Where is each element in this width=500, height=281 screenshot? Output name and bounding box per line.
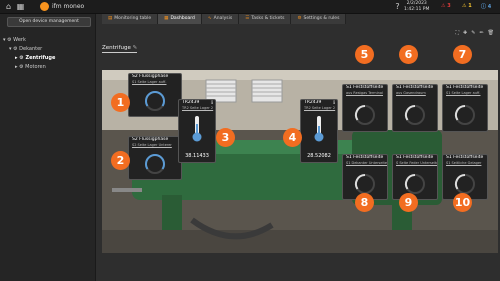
tree-item-label: Dekanter <box>19 46 43 52</box>
tasks-icon: ☰ <box>245 16 250 21</box>
analysis-icon: ∿ <box>207 16 212 21</box>
sensor-panel-7[interactable]: S1 Feststoffseite S1 Seite Lager auff. <box>442 84 488 132</box>
tab-analysis[interactable]: ∿ Analysis <box>201 14 240 24</box>
edit-icon[interactable]: ✏ <box>479 30 483 36</box>
machine-photo: S2 Flüssigphase S1 Seite Lager auff. S2 … <box>102 70 498 253</box>
callout-marker-10: 10 <box>453 193 472 212</box>
tab-settings-rules[interactable]: ⚙ Settings & rules <box>291 14 347 24</box>
gauge-icon <box>145 154 165 174</box>
page-title-text: Zentrifuge <box>102 45 131 51</box>
edit-title-icon[interactable]: ✎ <box>133 45 138 51</box>
sensor-panel-2[interactable]: S2 Flüssigphase S2 Seite Lager Unterer <box>128 136 182 180</box>
tab-label: Dashboard <box>170 16 195 21</box>
gauge-icon <box>354 104 375 125</box>
settings-icon: ⚙ <box>297 16 302 21</box>
gauge-icon <box>454 104 475 125</box>
time-text: 1:42:11 PM <box>404 7 430 12</box>
callout-marker-6: 6 <box>399 45 418 64</box>
temperature-panel-2[interactable]: TR2439 ℹ TR2 Seite Lager 2 28.52082 <box>300 99 338 163</box>
table-icon: ▤ <box>108 16 113 21</box>
tab-label: Tasks & tickets <box>251 16 285 21</box>
add-icon[interactable]: ✚ <box>463 30 467 36</box>
panel-subtitle-link[interactable]: S Seite Feder Unterseite <box>393 161 437 166</box>
sensor-panel-6[interactable]: S1 Feststoffseite aus Gasendraum <box>392 84 438 132</box>
thermometer-icon <box>192 116 202 142</box>
tree-item-label: Motoren <box>25 64 46 70</box>
info-icon[interactable]: ℹ <box>211 100 213 106</box>
tree-item-motoren[interactable]: ▸ ⚙ Motoren <box>3 63 55 72</box>
brand-logo <box>40 2 49 11</box>
alarm-count-yellow-value: 1 <box>468 3 472 9</box>
thermometer-icon <box>314 116 324 142</box>
temperature-value: 38.11433 <box>185 153 209 159</box>
tree-item-werk[interactable]: ▾ ⚙ Werk <box>3 36 55 45</box>
callout-marker-8: 8 <box>355 193 374 212</box>
info-icon[interactable]: ℹ <box>333 100 335 106</box>
fullscreen-icon[interactable]: ⛶ <box>456 30 460 36</box>
sidebar: Open device management ▾ ⚙ Werk ▾ ⚙ Deka… <box>0 14 96 281</box>
tab-dashboard[interactable]: ▦ Dashboard <box>158 14 202 24</box>
brand-name: ifm moneo <box>52 3 85 10</box>
panel-subtitle-link[interactable]: aus Restgas Terminal <box>343 91 387 96</box>
main-area: ▤ Monitoring table ▦ Dashboard ∿ Analysis ☰… <box>96 14 500 281</box>
dashboard-icon: ▦ <box>164 16 169 21</box>
brand: ifm moneo <box>40 2 84 11</box>
callout-marker-2: 2 <box>111 151 130 170</box>
alarm-count-yellow[interactable]: ⚠ 1 <box>462 3 472 9</box>
tree-item-label: Zentrifuge <box>25 55 56 61</box>
alarm-count-blue[interactable]: ⓘ 4 <box>481 3 491 10</box>
callout-marker-1: 1 <box>111 93 130 112</box>
callout-marker-7: 7 <box>453 45 472 64</box>
temperature-panel-1[interactable]: TR2439 ℹ TR2 Seite Lager 2 38.11433 <box>178 99 216 163</box>
page-title: Zentrifuge ✎ <box>102 45 138 53</box>
temperature-value: 28.52082 <box>307 153 331 159</box>
sensor-panel-1[interactable]: S2 Flüssigphase S1 Seite Lager auff. <box>128 73 182 117</box>
datetime: 2/2/2023 1:42:11 PM <box>404 1 429 13</box>
callout-marker-4: 4 <box>283 128 302 147</box>
alarm-count-red[interactable]: ⚠ 3 <box>441 3 451 9</box>
callout-marker-3: 3 <box>216 128 235 147</box>
tab-label: Analysis <box>213 16 233 21</box>
tree-view: ▾ ⚙ Werk ▾ ⚙ Dekanter ▸ ⚙ Zentrifuge ▸ ⚙… <box>3 36 55 72</box>
callout-marker-5: 5 <box>355 45 374 64</box>
gauge-icon <box>404 104 425 125</box>
panel-subtitle-link[interactable]: S2 Seite Lager Unterer <box>129 143 181 148</box>
grid-icon[interactable]: ▦ <box>16 2 25 11</box>
dashboard-toolbar: ⛶ ✚ ✎ ✏ 🗑 <box>456 30 494 36</box>
callout-marker-9: 9 <box>399 193 418 212</box>
alarm-count-red-value: 3 <box>447 3 451 9</box>
sensor-panel-5[interactable]: S1 Feststoffseite aus Restgas Terminal <box>342 84 388 132</box>
gauge-icon <box>145 91 165 111</box>
tab-monitoring-table[interactable]: ▤ Monitoring table <box>102 14 159 24</box>
tab-label: Settings & rules <box>303 16 340 21</box>
tree-item-label: Werk <box>13 37 26 43</box>
top-bar: ⌂ ▦ ifm moneo ? 2/2/2023 1:42:11 PM ⚠ 3 … <box>0 0 500 14</box>
tree-item-zentrifuge[interactable]: ▸ ⚙ Zentrifuge <box>3 54 55 63</box>
tab-label: Monitoring table <box>114 16 152 21</box>
panel-subtitle-link[interactable]: S1 Seite Lager auff. <box>443 91 487 96</box>
panel-subtitle-link[interactable]: TR2 Seite Lager 2 <box>301 106 337 111</box>
delete-icon[interactable]: 🗑 <box>488 30 494 36</box>
tab-bar: ▤ Monitoring table ▦ Dashboard ∿ Analysis ☰… <box>102 14 347 24</box>
panel-subtitle-link[interactable]: S1 Dekanter Unterseite <box>343 161 387 166</box>
tree-item-dekanter[interactable]: ▾ ⚙ Dekanter <box>3 45 55 54</box>
panel-subtitle-link[interactable]: aus Gasendraum <box>393 91 437 96</box>
open-device-management-button[interactable]: Open device management <box>7 17 91 27</box>
alarm-count-blue-value: 4 <box>487 4 492 10</box>
help-icon[interactable]: ? <box>393 2 402 11</box>
panel-subtitle-link[interactable]: TR2 Seite Lager 2 <box>179 106 215 111</box>
panel-subtitle-link[interactable]: S1 Seitliche Gelager <box>443 161 487 166</box>
home-icon[interactable]: ⌂ <box>4 2 13 11</box>
tab-tasks-tickets[interactable]: ☰ Tasks & tickets <box>239 14 292 24</box>
panel-subtitle-link[interactable]: S1 Seite Lager auff. <box>129 80 181 85</box>
sensor-panel-9[interactable]: S1 Feststoffseite S Seite Feder Untersei… <box>392 154 438 200</box>
pin-icon[interactable]: ✎ <box>471 30 475 36</box>
